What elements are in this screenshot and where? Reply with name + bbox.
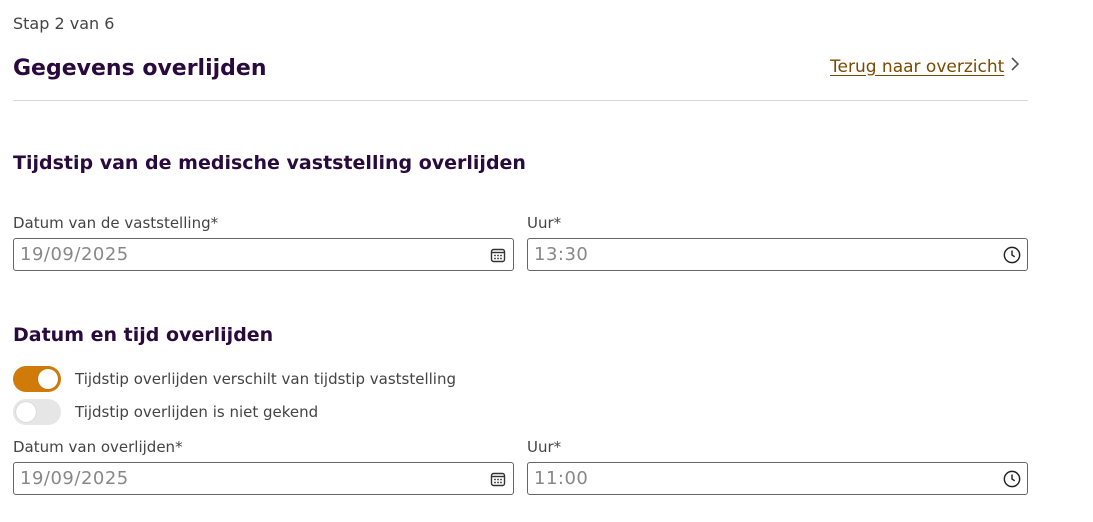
time-vaststelling-value: 13:30 <box>534 244 589 265</box>
toggle-niet-gekend-switch[interactable] <box>13 399 61 425</box>
date-overlijden-label: Datum van overlijden* <box>13 438 183 456</box>
section-title-vaststelling: Tijdstip van de medische vaststelling ov… <box>13 152 526 174</box>
section-title-overlijden: Datum en tijd overlijden <box>13 324 274 346</box>
toggle-row-niet-gekend[interactable]: Tijdstip overlijden is niet gekend <box>13 399 318 425</box>
date-vaststelling-label: Datum van de vaststelling* <box>13 214 219 232</box>
back-to-overview-link[interactable]: Terug naar overzicht <box>830 56 1020 77</box>
page-title: Gegevens overlijden <box>13 56 267 81</box>
date-overlijden-value: 19/09/2025 <box>20 468 129 489</box>
calendar-icon[interactable] <box>489 470 507 488</box>
toggle-verschilt-switch[interactable] <box>13 366 61 392</box>
chevron-right-icon <box>1010 56 1020 77</box>
toggle-row-verschilt[interactable]: Tijdstip overlijden verschilt van tijdst… <box>13 366 456 392</box>
date-vaststelling-field[interactable]: 19/09/2025 <box>13 238 514 271</box>
time-overlijden-field[interactable]: 11:00 <box>527 462 1028 495</box>
date-overlijden-field[interactable]: 19/09/2025 <box>13 462 514 495</box>
calendar-icon[interactable] <box>489 246 507 264</box>
step-indicator: Stap 2 van 6 <box>13 14 115 33</box>
back-link-label: Terug naar overzicht <box>830 56 1005 77</box>
toggle-verschilt-label: Tijdstip overlijden verschilt van tijdst… <box>75 370 456 388</box>
toggle-niet-gekend-label: Tijdstip overlijden is niet gekend <box>75 403 319 421</box>
date-vaststelling-value: 19/09/2025 <box>20 244 129 265</box>
time-vaststelling-field[interactable]: 13:30 <box>527 238 1028 271</box>
time-vaststelling-label: Uur* <box>527 214 562 232</box>
clock-icon[interactable] <box>1003 470 1021 488</box>
toggle-knob <box>38 369 58 389</box>
time-overlijden-label: Uur* <box>527 438 562 456</box>
clock-icon[interactable] <box>1003 246 1021 264</box>
time-overlijden-value: 11:00 <box>534 468 589 489</box>
toggle-knob <box>16 402 36 422</box>
header-divider <box>13 100 1028 101</box>
